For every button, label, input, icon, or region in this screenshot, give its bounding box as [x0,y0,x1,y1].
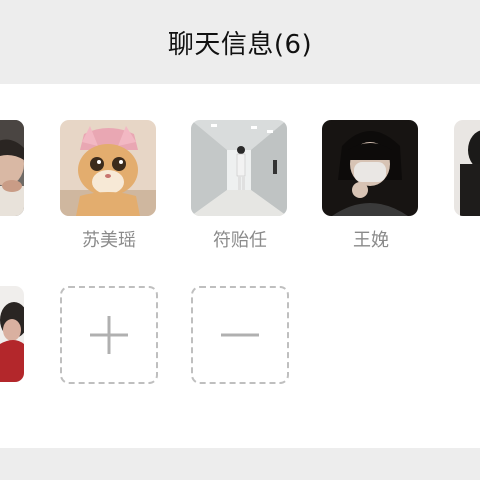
member-item[interactable]: 符贻任 [191,120,289,252]
chat-info-header: 聊天信息(6) [0,0,480,84]
masked-person-photo-icon [322,120,418,216]
person-dark-photo-icon [454,120,480,216]
member-item[interactable]: 王娩 [322,120,420,252]
section-divider [0,448,480,480]
person-red-photo-icon [0,286,24,382]
member-name: 苏美瑶 [82,230,136,251]
hallway-photo-icon [191,120,287,216]
member-name: 王娩 [353,230,389,251]
member-item[interactable]: 孟 [454,120,480,252]
remove-member-button[interactable] [191,286,289,384]
minus-icon [221,333,259,337]
plus-icon [90,316,128,354]
member-name: 符贻任 [213,230,267,251]
cat-photo-icon [60,120,156,216]
add-member-button[interactable] [60,286,158,384]
page-title: 聊天信息(6) [167,29,313,60]
member-item[interactable]: 苏美瑶 [60,120,158,252]
member-item[interactable] [0,120,26,226]
person-photo-icon [0,120,24,216]
members-panel: 苏美瑶 符贻任 王娩 [0,84,480,448]
member-item[interactable]: 侬 [0,286,26,418]
member-name: 侬 [0,392,26,418]
member-name: 孟 [454,226,480,252]
